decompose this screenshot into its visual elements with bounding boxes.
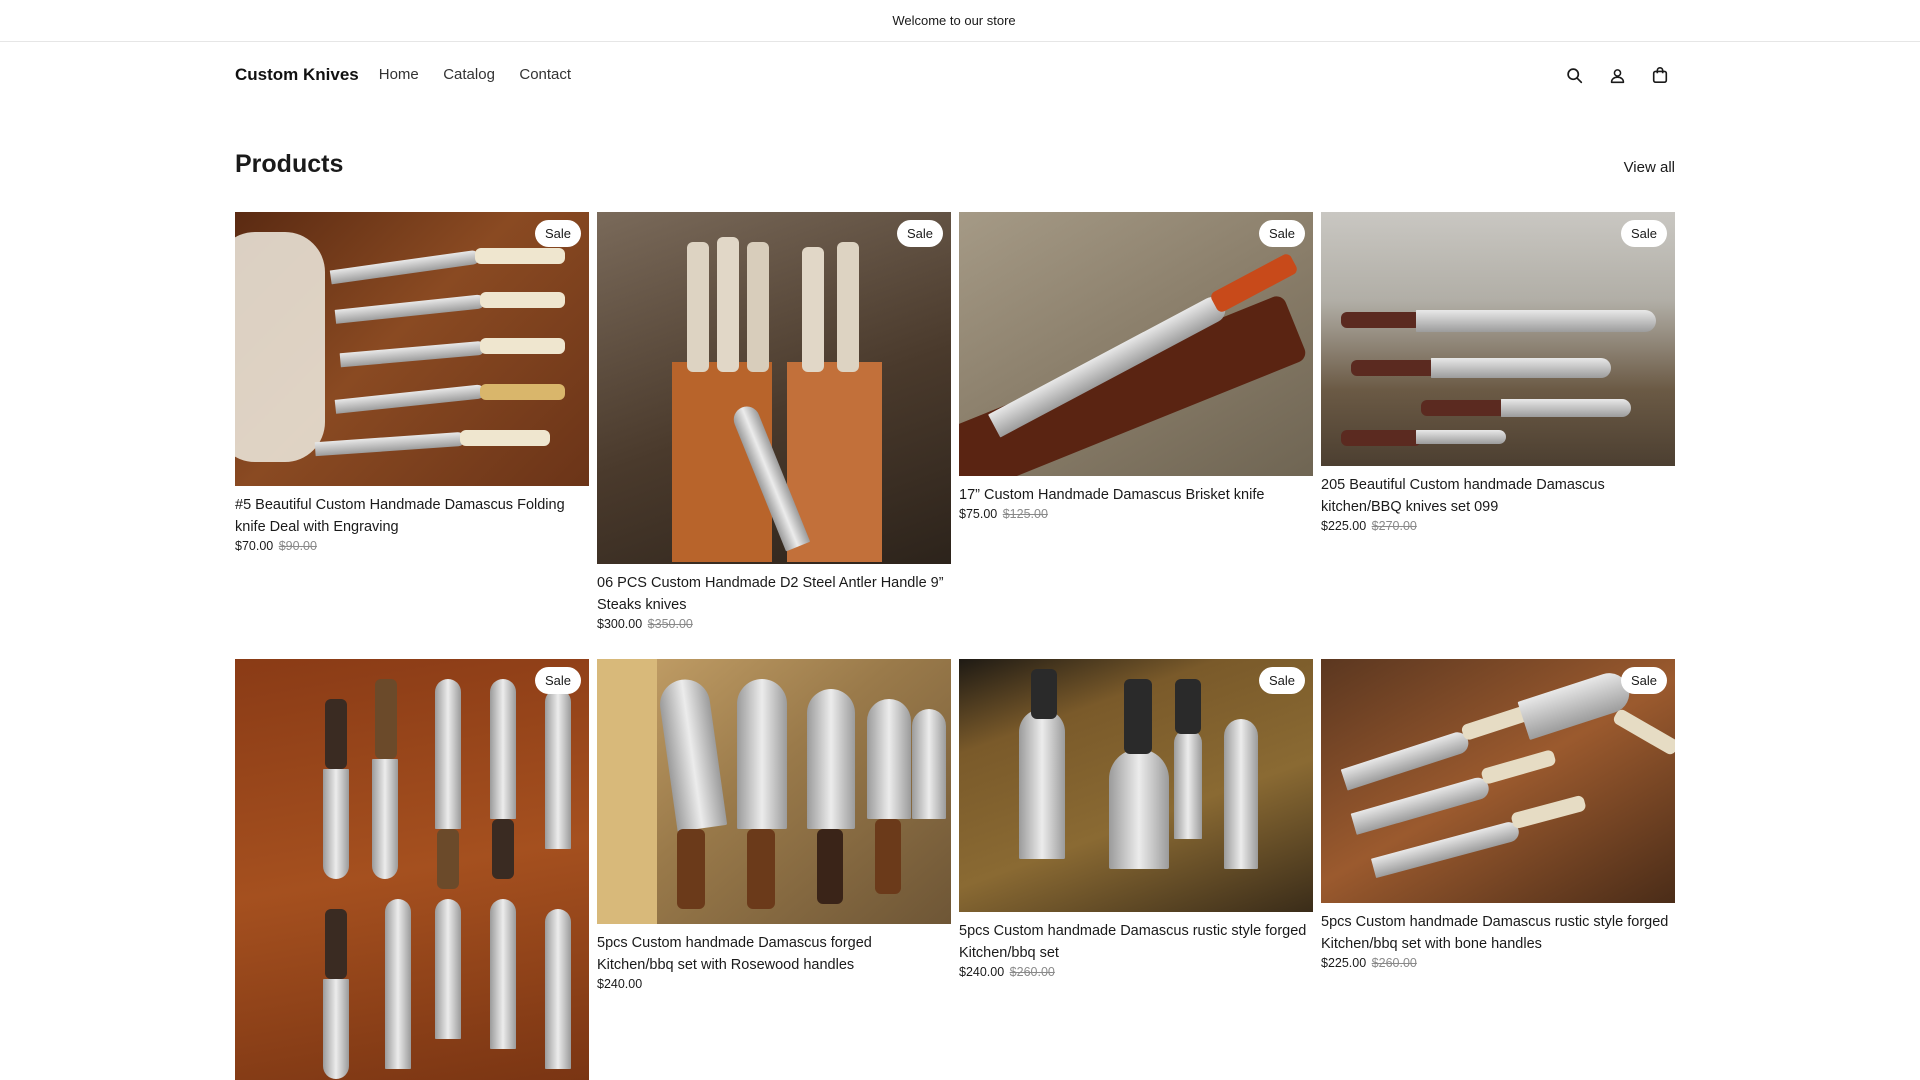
search-icon[interactable] [1564,65,1584,85]
product-card[interactable]: Sale 5pcs Custom handmade Damascus rusti… [959,659,1313,979]
product-card[interactable]: Sale 06 PCS Custom Handmade D2 Steel Ant… [597,212,951,631]
sale-badge: Sale [1620,220,1667,247]
compare-price: $260.00 [1009,965,1055,979]
sale-price: $225.00 [1321,519,1367,533]
product-card[interactable]: Sale 17” Custom Handmade Damascus Briske… [959,212,1313,521]
sale-badge: Sale [1258,220,1305,247]
product-card[interactable]: Sale [235,659,589,1080]
product-title[interactable]: 06 PCS Custom Handmade D2 Steel Antler H… [597,572,951,616]
product-image[interactable]: Sale [235,212,589,486]
cart-icon[interactable] [1650,65,1670,85]
product-image[interactable]: Sale [959,659,1313,912]
product-image[interactable] [597,659,951,924]
compare-price: $260.00 [1371,956,1417,970]
product-price: $75.00 $125.00 [959,507,1313,521]
product-price: $240.00 $260.00 [959,965,1313,979]
sale-price: $240.00 [959,965,1005,979]
announcement-text: Welcome to our store [892,13,1016,28]
product-title[interactable]: 5pcs Custom handmade Damascus rustic sty… [959,920,1313,964]
sale-price: $225.00 [1321,956,1367,970]
nav-contact[interactable]: Contact [519,66,571,83]
sale-price: $240.00 [597,977,643,991]
product-price: $70.00 $90.00 [235,539,589,553]
compare-price: $350.00 [647,617,693,631]
compare-price: $270.00 [1371,519,1417,533]
nav-catalog[interactable]: Catalog [443,66,495,83]
sale-badge: Sale [896,220,943,247]
sale-badge: Sale [1258,667,1305,694]
nav-home[interactable]: Home [379,66,419,83]
compare-price: $125.00 [1002,507,1048,521]
sale-price: $300.00 [597,617,643,631]
product-image[interactable]: Sale [1321,212,1675,466]
products-section-header: Products View all [235,150,1675,179]
sale-badge: Sale [1620,667,1667,694]
sale-price: $75.00 [959,507,998,521]
sale-price: $70.00 [235,539,274,553]
announcement-bar: Welcome to our store [0,0,1920,42]
product-title[interactable]: 5pcs Custom handmade Damascus forged Kit… [597,932,951,976]
product-image[interactable]: Sale [235,659,589,1080]
product-card[interactable]: 5pcs Custom handmade Damascus forged Kit… [597,659,951,991]
product-title[interactable]: 205 Beautiful Custom handmade Damascus k… [1321,474,1675,518]
compare-price: $90.00 [278,539,317,553]
product-card[interactable]: Sale 5pcs Custom handmade Damascus rusti… [1321,659,1675,970]
account-icon[interactable] [1607,65,1627,85]
view-all-link[interactable]: View all [1624,159,1675,176]
sale-badge: Sale [534,667,581,694]
product-image[interactable]: Sale [1321,659,1675,903]
header-icons [1564,65,1670,85]
product-card[interactable]: Sale #5 Beautiful Custom Handmade Damasc… [235,212,589,553]
product-card[interactable]: Sale 205 Beautiful Custom handmade Damas… [1321,212,1675,533]
product-price: $225.00 $260.00 [1321,956,1675,970]
product-price: $240.00 [597,977,951,991]
product-price: $300.00 $350.00 [597,617,951,631]
section-title: Products [235,150,344,178]
product-image[interactable]: Sale [597,212,951,564]
main-nav: Home Catalog Contact [379,66,591,84]
product-title[interactable]: 17” Custom Handmade Damascus Brisket kni… [959,484,1313,506]
site-header: Custom Knives Home Catalog Contact [235,43,1675,107]
product-image[interactable]: Sale [959,212,1313,476]
product-price: $225.00 $270.00 [1321,519,1675,533]
product-title[interactable]: #5 Beautiful Custom Handmade Damascus Fo… [235,494,589,538]
product-title[interactable]: 5pcs Custom handmade Damascus rustic sty… [1321,911,1675,955]
store-logo[interactable]: Custom Knives [235,65,359,85]
sale-badge: Sale [534,220,581,247]
